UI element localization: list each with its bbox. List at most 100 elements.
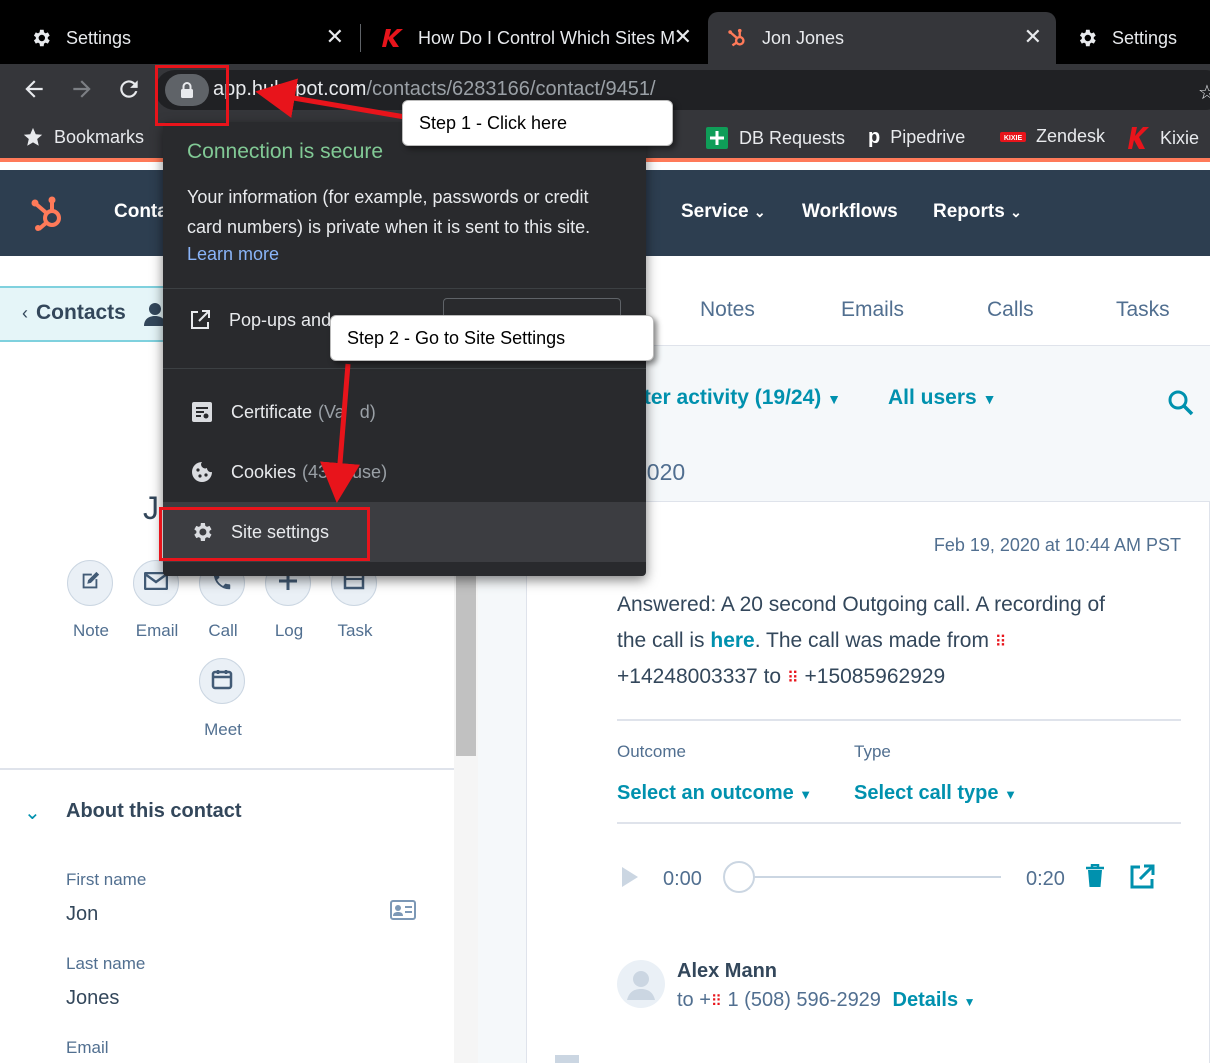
field-label-last-name: Last name xyxy=(66,954,146,973)
about-section-title[interactable]: About this contact xyxy=(66,800,242,823)
caret-down-icon: ▼ xyxy=(827,391,841,407)
kixie-logo-icon xyxy=(382,27,404,49)
filter-label: All users xyxy=(888,386,977,409)
address-bar[interactable]: app.hubspot.com/contacts/6283166/contact… xyxy=(155,70,1210,110)
nav-contacts[interactable]: Conta xyxy=(114,201,168,223)
action-label-meet: Meet xyxy=(204,720,242,739)
select-value: Select an outcome xyxy=(617,782,794,804)
bookmark-zendesk[interactable]: KIXIE Zendesk xyxy=(1000,126,1105,147)
caret-down-icon: ▼ xyxy=(799,787,813,802)
chevron-down-icon: ⌄ xyxy=(753,204,766,220)
from-number: +14248003337 to xyxy=(617,665,782,688)
divider xyxy=(163,288,646,289)
hubspot-logo-icon xyxy=(726,27,748,49)
close-icon[interactable]: ✕ xyxy=(1024,26,1042,48)
browser-tab-strip: Settings ✕ How Do I Control Which Sites … xyxy=(0,0,1210,64)
outcome-label: Outcome xyxy=(617,742,686,761)
play-icon[interactable] xyxy=(621,866,639,893)
highlight-site-settings-box xyxy=(159,507,370,561)
reload-icon[interactable] xyxy=(115,76,143,104)
gear-icon xyxy=(30,27,52,49)
browser-tab-settings-2[interactable]: Settings xyxy=(1046,12,1210,64)
playback-seek-track[interactable] xyxy=(723,861,1001,893)
learn-more-link[interactable]: Learn more xyxy=(187,244,279,265)
type-label: Type xyxy=(854,742,891,761)
forward-arrow-icon[interactable] xyxy=(68,76,96,104)
meet-button[interactable] xyxy=(199,658,245,704)
kixie-bar-icon: KIXIE xyxy=(1000,131,1026,142)
tab-calls[interactable]: Calls xyxy=(987,298,1034,322)
cookies-row[interactable]: Cookies (43 i use) xyxy=(163,442,646,502)
note-button[interactable] xyxy=(67,560,113,606)
browser-tab-jon-jones[interactable]: Jon Jones ✕ xyxy=(708,12,1056,64)
connection-secure-heading: Connection is secure xyxy=(187,140,384,163)
bookmark-star-icon[interactable]: ☆ xyxy=(1198,80,1210,105)
caret-down-icon: ▼ xyxy=(963,995,976,1009)
chevron-down-icon[interactable]: ⌄ xyxy=(24,800,41,825)
filter-users-dropdown[interactable]: All users ▼ xyxy=(888,386,996,410)
bookmark-db-requests[interactable]: DB Requests xyxy=(705,126,845,150)
close-icon[interactable]: ✕ xyxy=(326,26,344,48)
tab-emails[interactable]: Emails xyxy=(841,298,904,322)
playback-seek-thumb[interactable] xyxy=(723,861,755,893)
nav-workflows[interactable]: Workflows xyxy=(802,201,898,223)
highlight-lock-box xyxy=(155,65,229,126)
certificate-icon xyxy=(189,401,215,423)
field-value-last-name[interactable]: Jones xyxy=(66,987,119,1010)
step1-callout: Step 1 - Click here xyxy=(402,100,673,146)
call-type-select[interactable]: Select call type ▼ xyxy=(854,782,1017,805)
cookies-status: (43 i use) xyxy=(302,461,388,482)
select-value: Select call type xyxy=(854,782,999,804)
call-activity-card: ll Feb 19, 2020 at 10:44 AM PST Answered… xyxy=(526,501,1210,1063)
calendar-icon xyxy=(211,668,233,695)
back-arrow-icon[interactable] xyxy=(20,76,48,104)
call-description-line1: Answered: A 20 second Outgoing call. A r… xyxy=(617,593,1105,616)
bookmark-kixie[interactable]: Kixie xyxy=(1128,126,1199,150)
caller-name[interactable]: Alex Mann xyxy=(677,960,777,983)
external-link-icon[interactable] xyxy=(1129,864,1155,895)
browser-tab-kixie-article[interactable]: How Do I Control Which Sites M ✕ xyxy=(352,12,706,64)
dialpad-icon: ⠿ xyxy=(710,993,722,1010)
caller-line: to +⠿ 1 (508) 596-2929 Details ▼ xyxy=(677,989,976,1012)
tab-title: Jon Jones xyxy=(762,27,845,48)
svg-text:KIXIE: KIXIE xyxy=(1004,135,1023,142)
tab-notes[interactable]: Notes xyxy=(700,298,755,322)
bookmark-label: Pipedrive xyxy=(890,127,966,147)
certificate-label: Certificate xyxy=(231,401,313,422)
call-text: the call is xyxy=(617,629,711,652)
divider xyxy=(617,719,1181,721)
certificate-status: (Va d) xyxy=(318,401,376,422)
contact-card-icon[interactable] xyxy=(390,900,416,925)
details-link[interactable]: Details ▼ xyxy=(893,989,976,1011)
close-icon[interactable]: ✕ xyxy=(674,26,692,48)
bookmark-label: Bookmarks xyxy=(54,126,145,147)
connection-info-text: Your information (for example, passwords… xyxy=(187,187,591,237)
outcome-select[interactable]: Select an outcome ▼ xyxy=(617,782,812,805)
filter-label: lter activity (19/24) xyxy=(638,386,822,409)
recording-link[interactable]: here xyxy=(710,629,754,652)
browser-tab-settings-1[interactable]: Settings ✕ xyxy=(0,12,358,64)
nav-reports[interactable]: Reports ⌄ xyxy=(933,201,1022,223)
sheets-plus-icon xyxy=(705,126,729,150)
certificate-row[interactable]: Certificate (Va d) xyxy=(163,382,646,442)
caller-number: 1 (508) 596-2929 xyxy=(727,989,881,1011)
tab-tasks[interactable]: Tasks xyxy=(1116,298,1170,322)
bookmark-bookmarks[interactable]: Bookmarks xyxy=(22,126,144,148)
url-host: app.hubspot.com xyxy=(213,78,367,100)
divider xyxy=(617,822,1181,824)
nav-service[interactable]: Service ⌄ xyxy=(681,201,766,223)
bookmark-pipedrive[interactable]: p Pipedrive xyxy=(868,126,965,149)
hubspot-sprocket-icon[interactable] xyxy=(28,194,68,239)
trash-icon[interactable] xyxy=(1085,863,1105,893)
back-link[interactable]: ‹ Contacts xyxy=(22,301,126,325)
action-label-task: Task xyxy=(337,621,373,640)
scrollbar-thumb[interactable] xyxy=(456,576,476,756)
search-icon[interactable] xyxy=(1168,390,1194,421)
url-text: app.hubspot.com/contacts/6283166/contact… xyxy=(213,78,656,101)
filter-activity-dropdown[interactable]: lter activity (19/24) ▼ xyxy=(638,386,841,410)
bookmark-label: DB Requests xyxy=(739,127,846,148)
call-description-line2: the call is here. The call was made from… xyxy=(617,629,1007,653)
cookie-icon xyxy=(189,461,215,483)
field-value-first-name[interactable]: Jon xyxy=(66,903,98,926)
call-timestamp: Feb 19, 2020 at 10:44 AM PST xyxy=(933,535,1181,555)
